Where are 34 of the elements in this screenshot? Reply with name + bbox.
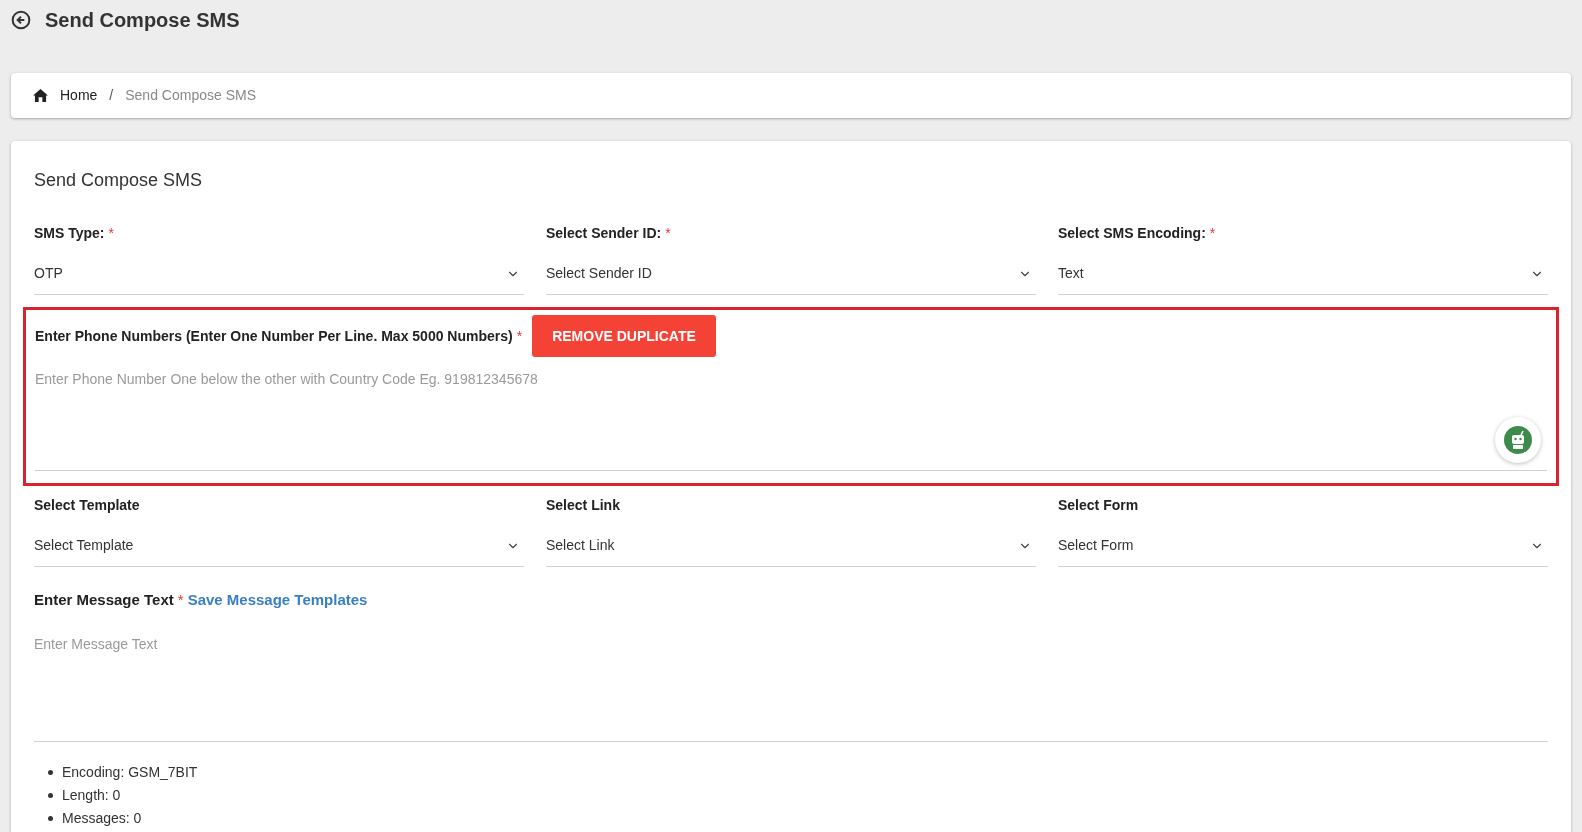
breadcrumb-item[interactable]: Home (60, 85, 98, 106)
bullet-icon (48, 792, 53, 798)
field-label: Select Form (1058, 496, 1139, 515)
required-asterisk: * (1209, 224, 1216, 243)
breadcrumb-item: Send Compose SMS (125, 86, 256, 105)
required-asterisk: * (108, 224, 114, 243)
message-stat: Encoding: GSM_7BIT (62, 762, 198, 782)
home-icon (33, 89, 48, 102)
robot-icon (1504, 426, 1532, 454)
select-dropdown[interactable]: Select Form (1058, 535, 1548, 567)
bullet-icon (48, 815, 53, 821)
select-dropdown[interactable]: Select Link (546, 535, 1036, 567)
save-message-templates-link[interactable]: Save Message Templates (187, 589, 368, 612)
breadcrumb-separator: / (109, 86, 114, 105)
bullet-icon (48, 769, 53, 775)
remove-duplicate-button[interactable]: REMOVE DUPLICATE (532, 315, 716, 357)
required-asterisk: * (177, 590, 184, 610)
field-label: Enter Phone Numbers (Enter One Number Per Line. Max 5000 Numbers) (35, 326, 513, 346)
field-label: Select Link (546, 496, 620, 515)
select-dropdown[interactable]: Select Template (34, 535, 524, 567)
field-label: Select Sender ID: (546, 224, 662, 243)
required-asterisk: * (665, 224, 671, 243)
card-title: Send Compose SMS (34, 169, 204, 192)
field-label: SMS Type: (34, 224, 105, 243)
message-stat: Length: 0 (62, 785, 121, 805)
required-asterisk: * (516, 326, 523, 346)
page-title: Send Compose SMS (45, 8, 240, 33)
message-stat: Messages: 0 (62, 808, 142, 828)
select-dropdown[interactable]: Select Sender ID (546, 263, 1036, 295)
select-dropdown[interactable]: Text (1058, 263, 1548, 295)
field-label: Select SMS Encoding: (1058, 224, 1206, 243)
field-label: Enter Message Text (34, 590, 174, 610)
field-label: Select Template (34, 496, 140, 515)
select-dropdown[interactable]: OTP (34, 263, 524, 295)
